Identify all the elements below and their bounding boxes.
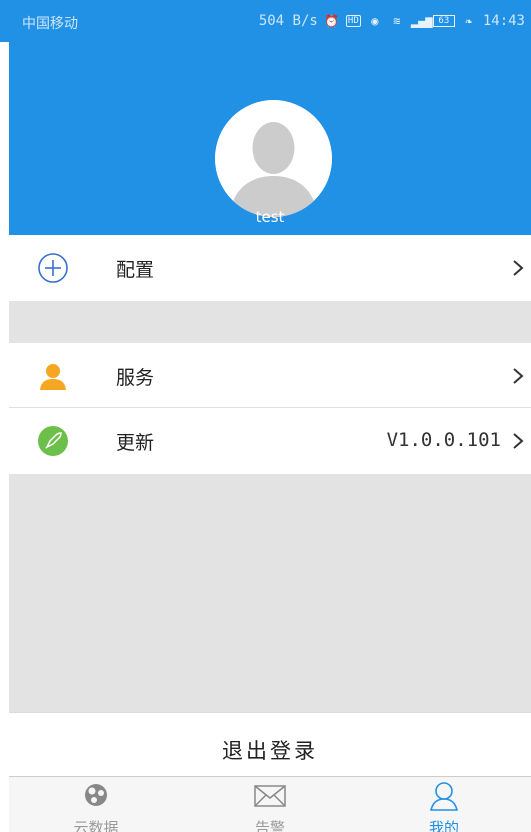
tab-mine[interactable]: 我的 <box>357 777 531 832</box>
logout-label: 退出登录 <box>222 739 318 763</box>
rocket-icon <box>38 426 68 456</box>
mail-icon <box>254 785 286 807</box>
menu-item-label: 服务 <box>116 367 155 389</box>
network-speed: 504 B/s <box>258 13 318 29</box>
tab-alarm[interactable]: 告警 <box>183 777 357 832</box>
version-number: V1.0.0.101 <box>386 429 501 451</box>
status-indicators: 504 B/s ⏰ HD ◉ ≋ ▂▄▆ 63 ❧ 14:43 <box>259 13 525 29</box>
person-outline-icon <box>429 782 459 811</box>
tab-label: 我的 <box>428 819 459 832</box>
bottom-tab-bar: 云数据 告警 我的 <box>9 776 531 832</box>
chevron-right-icon <box>513 433 524 449</box>
clock: 14:43 <box>482 13 525 29</box>
status-bar: 中国移动 504 B/s ⏰ HD ◉ ≋ ▂▄▆ 63 ❧ 14:43 <box>0 0 531 42</box>
eye-icon: ◉ <box>371 14 379 28</box>
cloud-data-icon <box>85 784 107 806</box>
menu-item-config[interactable]: 配置 <box>9 235 531 301</box>
alarm-icon: ⏰ <box>324 14 340 28</box>
profile-header: test <box>9 42 531 235</box>
logout-button[interactable]: 退出登录 <box>9 712 531 776</box>
menu-item-update[interactable]: 更新 V1.0.0.101 <box>9 408 531 474</box>
plus-circle-icon <box>38 253 68 283</box>
user-icon <box>40 364 66 390</box>
tab-label: 告警 <box>254 819 285 832</box>
leaf-icon: ❧ <box>465 14 473 28</box>
hd-icon: HD <box>345 15 361 27</box>
chevron-right-icon <box>513 368 524 384</box>
tab-cloud-data[interactable]: 云数据 <box>9 777 183 832</box>
empty-area <box>9 474 531 712</box>
chevron-right-icon <box>513 260 524 276</box>
section-spacer <box>9 301 531 343</box>
wifi-icon: ≋ <box>393 14 401 28</box>
username: test <box>255 208 285 226</box>
battery-icon: 63 <box>432 15 455 27</box>
menu-item-label: 配置 <box>116 259 155 281</box>
carrier-name: 中国移动 <box>22 16 78 32</box>
menu-item-service[interactable]: 服务 <box>9 343 531 409</box>
tab-label: 云数据 <box>73 819 119 832</box>
signal-4g-icon: ▂▄▆ <box>410 14 433 28</box>
default-avatar-icon[interactable] <box>215 100 332 217</box>
menu-item-label: 更新 <box>116 432 155 454</box>
